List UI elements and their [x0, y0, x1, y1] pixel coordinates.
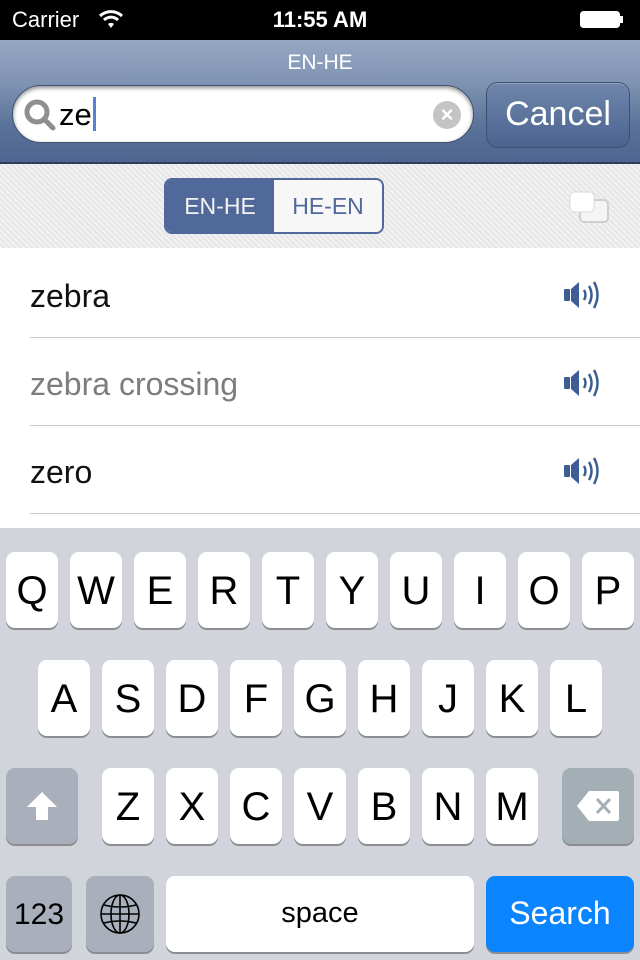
key-d[interactable]: D [166, 660, 218, 736]
key-e[interactable]: E [134, 552, 186, 628]
key-v[interactable]: V [294, 768, 346, 844]
clear-search-button[interactable]: × [433, 101, 461, 129]
key-x[interactable]: X [166, 768, 218, 844]
clear-icon: × [440, 102, 454, 127]
key-g[interactable]: G [294, 660, 346, 736]
row-divider [30, 513, 640, 514]
key-l[interactable]: L [550, 660, 602, 736]
direction-toolbar: EN-HE HE-EN [0, 164, 640, 248]
list-item[interactable]: zero [0, 426, 640, 514]
key-t[interactable]: T [262, 552, 314, 628]
key-i[interactable]: I [454, 552, 506, 628]
key-o[interactable]: O [518, 552, 570, 628]
key-k[interactable]: K [486, 660, 538, 736]
key-b[interactable]: B [358, 768, 410, 844]
key-a[interactable]: A [38, 660, 90, 736]
search-value: ze [59, 97, 92, 132]
segment-en-he[interactable]: EN-HE [166, 180, 274, 232]
key-y[interactable]: Y [326, 552, 378, 628]
results-list: zebra zebra crossing zero [0, 250, 640, 526]
result-word: zebra crossing [30, 366, 239, 402]
result-word: zebra [30, 278, 111, 314]
list-item[interactable]: zebra [0, 250, 640, 338]
result-word: zero [30, 454, 93, 490]
navigation-bar: EN-HE ze × Cancel [0, 40, 640, 164]
speaker-icon[interactable] [562, 456, 602, 486]
status-bar: Carrier 11:55 AM [0, 0, 640, 40]
clock: 11:55 AM [272, 7, 368, 32]
battery-icon [580, 11, 623, 28]
search-icon [24, 99, 56, 131]
delete-key[interactable] [562, 768, 634, 844]
numbers-key[interactable]: 123 [6, 876, 72, 952]
shift-key[interactable] [6, 768, 78, 844]
keyboard: Q W E R T Y U I O P A S D F G H J K L Z … [0, 528, 640, 960]
speaker-icon[interactable] [562, 368, 602, 398]
key-s[interactable]: S [102, 660, 154, 736]
key-z[interactable]: Z [102, 768, 154, 844]
cancel-button[interactable]: Cancel [486, 82, 630, 148]
globe-key[interactable] [86, 876, 154, 952]
delete-icon [577, 791, 619, 821]
key-n[interactable]: N [422, 768, 474, 844]
speaker-icon[interactable] [562, 280, 602, 310]
list-item[interactable]: zebra crossing [0, 338, 640, 426]
key-h[interactable]: H [358, 660, 410, 736]
copy-icon[interactable] [568, 190, 612, 226]
key-p[interactable]: P [582, 552, 634, 628]
key-r[interactable]: R [198, 552, 250, 628]
key-w[interactable]: W [70, 552, 122, 628]
direction-segmented-control: EN-HE HE-EN [164, 178, 384, 234]
segment-he-en[interactable]: HE-EN [274, 180, 382, 232]
key-u[interactable]: U [390, 552, 442, 628]
key-m[interactable]: M [486, 768, 538, 844]
key-f[interactable]: F [230, 660, 282, 736]
shift-icon [27, 792, 57, 820]
key-j[interactable]: J [422, 660, 474, 736]
key-c[interactable]: C [230, 768, 282, 844]
search-query-text[interactable]: ze [59, 97, 96, 133]
search-input[interactable]: ze × [12, 85, 474, 143]
globe-icon [100, 894, 140, 934]
nav-title: EN-HE [287, 51, 353, 74]
key-q[interactable]: Q [6, 552, 58, 628]
text-caret [92, 97, 96, 131]
search-key[interactable]: Search [486, 876, 634, 952]
space-key[interactable]: space [166, 876, 474, 952]
